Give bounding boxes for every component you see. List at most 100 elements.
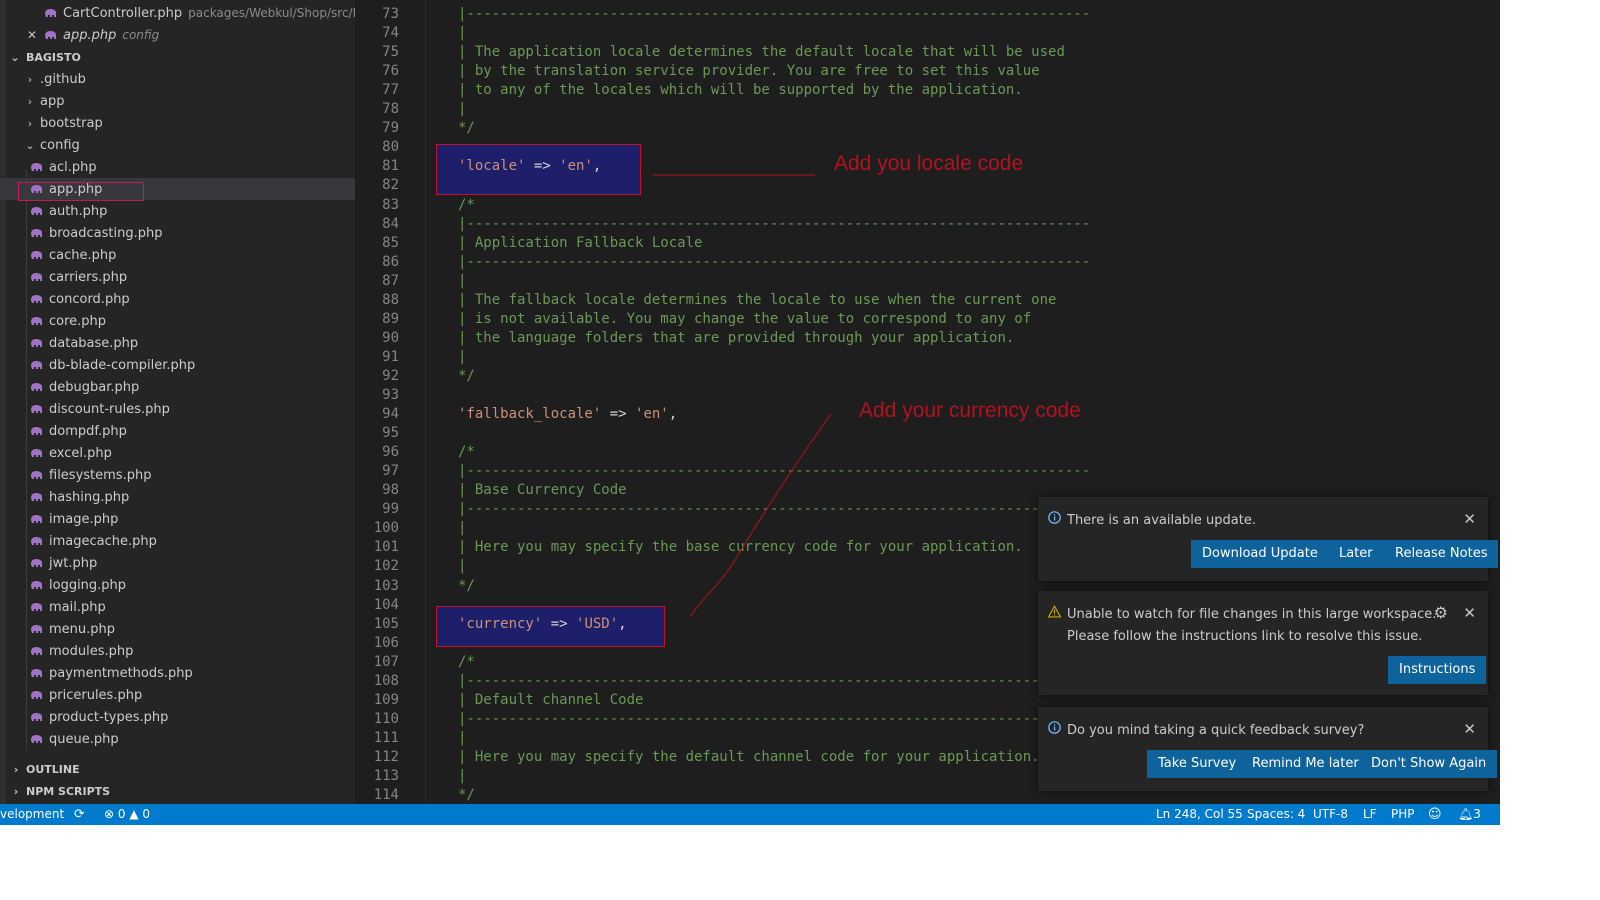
file-item[interactable]: cache.php [0,244,355,266]
file-item[interactable]: discount-rules.php [0,398,355,420]
file-item[interactable]: product-types.php [0,706,355,728]
file-item[interactable]: queue.php [0,728,355,750]
currency-annotation-text: Add your currency code [859,399,1081,422]
open-editor-cartcontroller[interactable]: CartController.php packages/Webkul/Shop/… [0,2,373,24]
close-icon[interactable]: ✕ [1463,604,1476,622]
currency-annotation-line [689,413,832,618]
later-button[interactable]: Later [1328,540,1384,568]
info-icon [1048,721,1061,734]
php-elephant-icon [30,272,43,282]
file-item[interactable]: db-blade-compiler.php [0,354,355,376]
instructions-button[interactable]: Instructions [1388,656,1487,684]
file-item[interactable]: acl.php [0,156,355,178]
error-count: 0 [117,807,126,821]
notifications-indicator[interactable]: 🔔︎3 [1458,804,1481,825]
php-elephant-icon [30,492,43,502]
file-item[interactable]: paymentmethods.php [0,662,355,684]
cursor-position[interactable]: Ln 248, Col 55 [1156,804,1243,825]
problems-indicator[interactable]: ⊗ 0 ▲ 0 [104,804,150,825]
chevron-right-icon: › [27,116,33,130]
open-editor-app[interactable]: ✕ app.php config [0,24,355,46]
file-item[interactable]: concord.php [0,288,355,310]
folder-config[interactable]: ⌄ config [0,134,355,156]
notification-message: Do you mind taking a quick feedback surv… [1067,723,1365,738]
warning-icon: ▲ [129,807,139,821]
indentation[interactable]: Spaces: 4 [1247,804,1305,825]
line-ending[interactable]: LF [1363,804,1377,825]
file-item[interactable]: filesystems.php [0,464,355,486]
php-elephant-icon [30,448,43,458]
php-elephant-icon [30,602,43,612]
selection-annotation-box [18,182,144,201]
file-item[interactable]: logging.php [0,574,355,596]
file-item[interactable]: jwt.php [0,552,355,574]
npm-scripts-header[interactable]: › NPM SCRIPTS [0,780,355,802]
chevron-right-icon: › [27,72,33,86]
php-elephant-icon [30,316,43,326]
file-item[interactable]: hashing.php [0,486,355,508]
file-item[interactable]: excel.php [0,442,355,464]
open-editor-filename: CartController.php [63,5,183,21]
php-elephant-icon [30,470,43,480]
indent-guide [26,170,27,750]
take-survey-button[interactable]: Take Survey [1147,750,1248,778]
vscode-window: CartController.php packages/Webkul/Shop/… [0,0,1500,825]
php-elephant-icon [30,404,43,414]
outline-header[interactable]: › OUTLINE [0,758,355,780]
chevron-down-icon: ⌄ [25,138,35,152]
file-item[interactable]: database.php [0,332,355,354]
file-item[interactable]: imagecache.php [0,530,355,552]
remind-me-later-button[interactable]: Remind Me later [1241,750,1370,778]
file-item[interactable]: carriers.php [0,266,355,288]
file-item[interactable]: modules.php [0,640,355,662]
file-label: excel.php [49,445,112,461]
folder-label: bootstrap [40,115,103,131]
folder-label: config [40,137,80,153]
survey-notification: Do you mind taking a quick feedback surv… [1038,707,1498,791]
encoding[interactable]: UTF-8 [1313,804,1348,825]
file-label: menu.php [49,621,116,637]
feedback-smiley-icon[interactable]: ☺ [1428,804,1442,825]
branch-label[interactable]: velopment [0,804,64,825]
sync-icon[interactable]: ⟳ [74,804,85,825]
file-label: queue.php [49,731,119,747]
file-label: concord.php [49,291,130,307]
file-label: acl.php [49,159,97,175]
file-label: product-types.php [49,709,169,725]
download-update-button[interactable]: Download Update [1191,540,1329,568]
file-item[interactable]: dompdf.php [0,420,355,442]
file-item[interactable]: core.php [0,310,355,332]
php-elephant-icon [30,536,43,546]
file-item[interactable]: menu.php [0,618,355,640]
file-item[interactable]: pricerules.php [0,684,355,706]
folder-github[interactable]: › .github [0,68,355,90]
close-icon[interactable]: ✕ [27,28,37,42]
folder-bootstrap[interactable]: › bootstrap [0,112,355,134]
notification-line-2: Please follow the instructions link to r… [1067,629,1423,644]
php-elephant-icon [30,690,43,700]
release-notes-button[interactable]: Release Notes [1384,540,1499,568]
gear-icon[interactable]: ⚙ [1434,603,1448,622]
bell-icon: 🔔︎ [1458,807,1474,821]
explorer-root-header[interactable]: ⌄ BAGISTO [0,46,355,68]
file-item[interactable]: mail.php [0,596,355,618]
file-item[interactable]: broadcasting.php [0,222,355,244]
file-label: core.php [49,313,107,329]
warning-count: 0 [142,807,151,821]
notification-message: Unable to watch for file changes in this… [1067,604,1448,648]
close-icon[interactable]: ✕ [1463,510,1476,528]
language-mode[interactable]: PHP [1391,804,1415,825]
file-item[interactable]: auth.php [0,200,355,222]
dont-show-again-button[interactable]: Don't Show Again [1360,750,1498,778]
file-item[interactable]: debugbar.php [0,376,355,398]
chevron-right-icon: › [13,762,19,776]
info-icon [1048,511,1061,524]
close-icon[interactable]: ✕ [1463,720,1476,738]
folder-app[interactable]: › app [0,90,355,112]
warning-icon [1048,605,1061,618]
file-item[interactable]: image.php [0,508,355,530]
php-elephant-icon [30,360,43,370]
file-label: logging.php [49,577,127,593]
chevron-right-icon: › [27,94,33,108]
file-label: auth.php [49,203,108,219]
